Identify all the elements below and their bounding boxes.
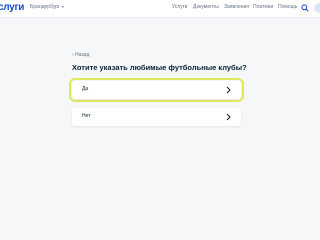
option-no[interactable]: Нет [72, 108, 241, 126]
chevron-right-icon [226, 113, 231, 121]
nav-link-applications[interactable]: Заявления [224, 4, 249, 10]
location-selector[interactable]: Брандербург ▾ [30, 4, 64, 10]
logo[interactable]: слуги [0, 2, 24, 13]
search-icon[interactable] [301, 4, 309, 12]
profile-icon[interactable] [314, 3, 320, 13]
chevron-down-icon: ▾ [61, 4, 64, 9]
option-yes[interactable]: Да [68, 77, 245, 103]
nav-link-help[interactable]: Помощь [278, 4, 297, 10]
nav-link-documents[interactable]: Документы [193, 4, 219, 10]
back-link[interactable]: ‹ Назад [72, 52, 89, 58]
chevron-right-icon [226, 86, 231, 94]
logo-text: слуги [0, 2, 25, 13]
option-no-label: Нет [82, 113, 91, 119]
nav-link-payments[interactable]: Платежи [253, 4, 273, 10]
top-header: слуги Брандербург ▾ Услуги Документы Заяв… [0, 0, 320, 18]
nav-link-services[interactable]: Услуги [172, 4, 187, 10]
option-yes-label: Да [82, 86, 89, 92]
location-label: Брандербург [30, 4, 60, 10]
page-title: Хотите указать любимые футбольные клубы? [72, 63, 247, 72]
